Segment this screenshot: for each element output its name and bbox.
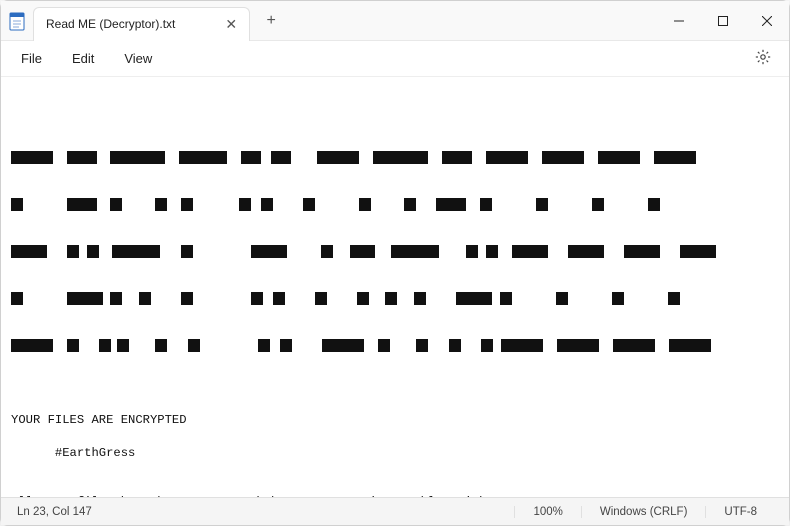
menu-file[interactable]: File	[9, 47, 54, 70]
ascii-banner	[11, 118, 779, 386]
status-encoding: UTF-8	[705, 506, 775, 518]
notepad-icon	[1, 11, 33, 31]
new-tab-button[interactable]: +	[256, 6, 286, 36]
body-line: #EarthGress	[11, 445, 779, 461]
menu-edit[interactable]: Edit	[60, 47, 106, 70]
status-eol: Windows (CRLF)	[581, 506, 706, 518]
body-line: YOUR FILES ARE ENCRYPTED	[11, 412, 779, 428]
maximize-button[interactable]	[701, 1, 745, 41]
settings-button[interactable]	[745, 45, 781, 72]
tab-active[interactable]: Read ME (Decryptor).txt ✕	[33, 7, 250, 41]
notepad-window: Read ME (Decryptor).txt ✕ + File Edit Vi…	[0, 0, 790, 526]
tab-title: Read ME (Decryptor).txt	[46, 17, 175, 31]
close-window-button[interactable]	[745, 1, 789, 41]
titlebar: Read ME (Decryptor).txt ✕ +	[1, 1, 789, 41]
status-zoom[interactable]: 100%	[514, 506, 580, 518]
close-tab-icon[interactable]: ✕	[225, 17, 237, 31]
menu-view[interactable]: View	[112, 47, 164, 70]
minimize-button[interactable]	[657, 1, 701, 41]
text-area[interactable]: YOUR FILES ARE ENCRYPTED #EarthGress All…	[1, 77, 789, 497]
statusbar: Ln 23, Col 147 100% Windows (CRLF) UTF-8	[1, 497, 789, 525]
menubar: File Edit View	[1, 41, 789, 77]
status-position: Ln 23, Col 147	[15, 506, 514, 518]
